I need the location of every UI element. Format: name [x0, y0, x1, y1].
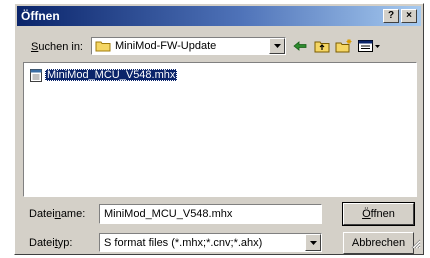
close-button[interactable]: × — [401, 9, 417, 23]
chevron-down-icon — [273, 44, 281, 48]
new-folder-icon[interactable] — [334, 37, 354, 55]
filetype-combo[interactable]: S format files (*.mhx;*.cnv;*.ahx) — [99, 233, 322, 252]
file-icon — [30, 68, 42, 82]
list-item[interactable]: MiniMod_MCU_V548.mhx — [30, 68, 178, 82]
view-menu-icon[interactable] — [357, 37, 383, 55]
look-in-combo[interactable]: MiniMod-FW-Update — [91, 37, 286, 55]
look-in-value: MiniMod-FW-Update — [115, 40, 217, 52]
title-bar[interactable]: Öffnen ? × — [17, 6, 421, 26]
filetype-label: Dateityp: — [29, 237, 73, 249]
help-button[interactable]: ? — [383, 9, 399, 23]
up-folder-icon[interactable] — [312, 37, 332, 55]
file-list[interactable]: MiniMod_MCU_V548.mhx — [23, 62, 417, 197]
cancel-button[interactable]: Abbrechen — [343, 232, 414, 254]
filename-input[interactable]: MiniMod_MCU_V548.mhx — [99, 204, 322, 224]
resize-grip-icon[interactable] — [411, 239, 421, 252]
look-in-label: Suchen in: — [31, 41, 83, 53]
filetype-value: S format files (*.mhx;*.cnv;*.ahx) — [104, 236, 263, 249]
dialog-title: Öffnen — [21, 9, 60, 23]
file-name: MiniMod_MCU_V548.mhx — [45, 69, 178, 81]
open-button[interactable]: Öffnen — [342, 202, 415, 226]
filename-label: Dateiname: — [29, 208, 86, 220]
look-in-dropdown-button[interactable] — [269, 38, 285, 54]
chevron-down-icon — [309, 240, 317, 245]
back-icon[interactable] — [290, 37, 310, 55]
folder-icon — [95, 40, 111, 52]
filetype-dropdown-button[interactable] — [305, 234, 321, 251]
open-file-dialog: Öffnen ? × Suchen in: MiniMod-FW-Update — [14, 3, 424, 255]
